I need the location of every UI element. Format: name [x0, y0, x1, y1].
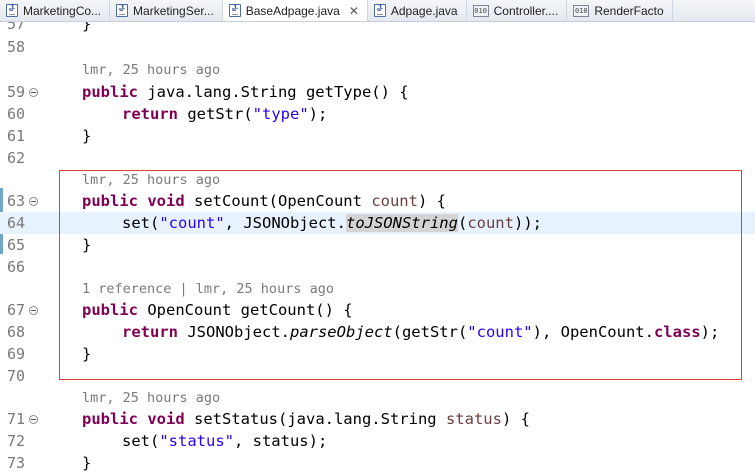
code-text: public void setCount(OpenCount count) {: [82, 192, 446, 210]
codelens-row: 1 reference | lmr, 25 hours ago: [0, 278, 755, 300]
editor-tab-bar: MarketingCo... MarketingSer... BaseAdpag…: [0, 0, 755, 22]
tab-marketingco[interactable]: MarketingCo...: [0, 0, 111, 21]
java-file-icon: [373, 3, 386, 17]
codelens-annotation[interactable]: lmr, 25 hours ago: [82, 169, 220, 191]
code-line[interactable]: 57 }: [0, 22, 755, 35]
line-number: 64: [7, 214, 26, 232]
code-text: public OpenCount getCount() {: [82, 301, 353, 319]
codelens-row: lmr, 25 hours ago: [0, 169, 755, 191]
line-number: 65: [7, 236, 26, 254]
code-editor[interactable]: 57 } 58 lmr, 25 hours ago 59 public java…: [0, 22, 755, 476]
tab-renderfacto[interactable]: 010 RenderFacto: [567, 0, 673, 21]
code-text: }: [82, 236, 92, 254]
fold-collapse-icon[interactable]: [29, 306, 38, 315]
tab-label: BaseAdpage.java: [245, 3, 340, 18]
codelens-annotation[interactable]: lmr, 25 hours ago: [82, 387, 220, 409]
fold-collapse-icon[interactable]: [29, 197, 38, 206]
code-line[interactable]: 71 public void setStatus(java.lang.Strin…: [0, 408, 755, 430]
code-line[interactable]: 61 }: [0, 125, 755, 147]
close-icon[interactable]: ✕: [349, 4, 359, 18]
tab-label: RenderFacto: [594, 3, 664, 18]
class-file-icon: 010: [573, 5, 590, 17]
line-number: 70: [7, 367, 26, 385]
java-file-icon: [6, 3, 18, 17]
code-text: }: [82, 22, 92, 33]
line-number: 71: [7, 410, 26, 428]
codelens-annotation[interactable]: lmr, 25 hours ago: [82, 59, 220, 81]
code-line-current[interactable]: 64 set("count", JSONObject.toJSONString(…: [0, 212, 755, 234]
tab-controller[interactable]: 010 Controller....: [467, 0, 568, 21]
line-number: 60: [7, 105, 26, 123]
tab-label: Adpage.java: [390, 3, 458, 18]
line-number: 72: [7, 432, 26, 450]
code-text: }: [82, 127, 92, 145]
tab-label: MarketingCo...: [23, 3, 102, 18]
class-file-icon: 010: [472, 5, 489, 17]
line-number: 63: [7, 192, 26, 210]
java-file-icon: [116, 3, 129, 17]
line-number: 61: [7, 127, 26, 145]
code-text: }: [82, 345, 92, 363]
codelens-row: lmr, 25 hours ago: [0, 387, 755, 409]
tab-marketingser[interactable]: MarketingSer...: [110, 0, 223, 21]
code-text: }: [82, 454, 92, 472]
java-file-icon: [228, 3, 241, 17]
line-number: 59: [7, 83, 26, 101]
code-text: return JSONObject.parseObject(getStr("co…: [122, 323, 720, 341]
line-number: 66: [7, 258, 26, 276]
line-number: 73: [7, 454, 26, 472]
code-line[interactable]: 65 }: [0, 234, 755, 256]
code-text: set("status", status);: [122, 432, 328, 450]
code-text: public java.lang.String getType() {: [82, 83, 409, 101]
line-number: 62: [7, 149, 26, 167]
code-line[interactable]: 58: [0, 36, 755, 58]
line-number: 58: [7, 38, 26, 56]
code-line[interactable]: 68 return JSONObject.parseObject(getStr(…: [0, 321, 755, 343]
codelens-row: lmr, 25 hours ago: [0, 59, 755, 81]
fold-collapse-icon[interactable]: [29, 88, 38, 97]
line-number: 69: [7, 345, 26, 363]
code-text: public void setStatus(java.lang.String s…: [82, 410, 530, 428]
code-line[interactable]: 63 public void setCount(OpenCount count)…: [0, 190, 755, 212]
code-line[interactable]: 59 public java.lang.String getType() {: [0, 81, 755, 103]
tab-label: Controller....: [493, 3, 559, 18]
line-number: 57: [7, 22, 26, 33]
code-line[interactable]: 67 public OpenCount getCount() {: [0, 299, 755, 321]
code-text: return getStr("type");: [122, 105, 328, 123]
code-line[interactable]: 69 }: [0, 343, 755, 365]
code-line[interactable]: 73 }: [0, 452, 755, 474]
tab-adpage[interactable]: Adpage.java: [368, 0, 467, 21]
code-line[interactable]: 72 set("status", status);: [0, 430, 755, 452]
method-occurrence-highlight: toJSONString: [345, 214, 458, 232]
code-line[interactable]: 70: [0, 365, 755, 387]
line-number: 67: [7, 301, 26, 319]
code-line[interactable]: 62: [0, 147, 755, 169]
codelens-annotation[interactable]: 1 reference | lmr, 25 hours ago: [82, 278, 334, 300]
tab-label: MarketingSer...: [133, 3, 214, 18]
tab-baseadpage[interactable]: BaseAdpage.java ✕: [222, 0, 368, 21]
fold-collapse-icon[interactable]: [29, 415, 38, 424]
code-line[interactable]: 66: [0, 256, 755, 278]
line-number: 68: [7, 323, 26, 341]
code-text: set("count", JSONObject.toJSONString(cou…: [122, 214, 542, 232]
code-line[interactable]: 60 return getStr("type");: [0, 103, 755, 125]
